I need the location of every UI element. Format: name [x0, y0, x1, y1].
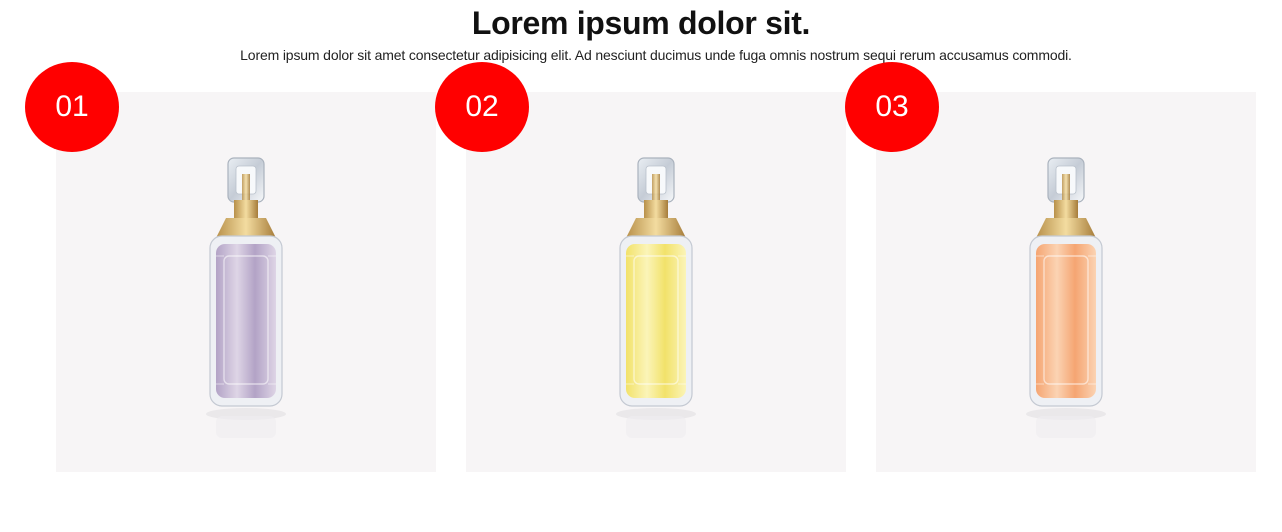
page-subtitle: Lorem ipsum dolor sit amet consectetur a… [240, 47, 1072, 63]
perfume-bottle-image [616, 157, 696, 438]
product-number-badge-1: 01 [25, 62, 119, 152]
perfume-bottle-image [1026, 157, 1106, 438]
product-card-1[interactable] [56, 92, 436, 472]
page: Lorem ipsum dolor sit. Lorem ipsum dolor… [0, 0, 1282, 532]
product-card-2[interactable] [466, 92, 846, 472]
page-title: Lorem ipsum dolor sit. [471, 5, 811, 41]
product-card-3[interactable] [876, 92, 1256, 472]
product-number-badge-3: 03 [845, 62, 939, 152]
perfume-bottle-image [206, 157, 286, 438]
product-number-badge-2: 02 [435, 62, 529, 152]
